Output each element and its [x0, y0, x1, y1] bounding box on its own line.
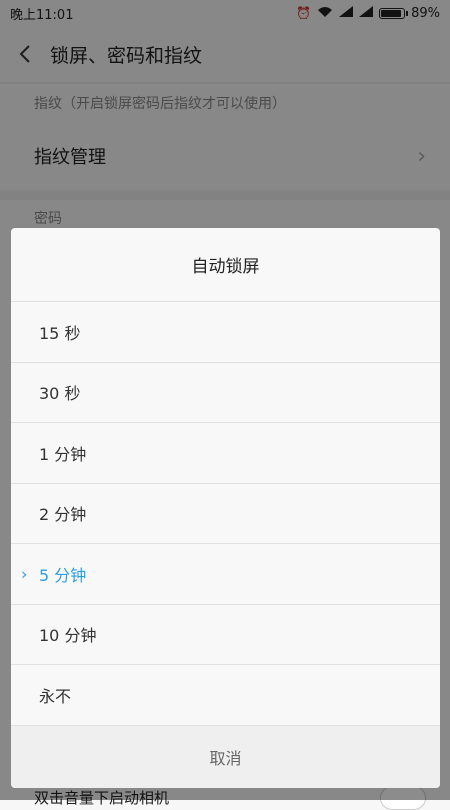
option-label: 2 分钟: [39, 505, 87, 525]
option-label: 10 分钟: [39, 626, 97, 646]
option-label: 15 秒: [39, 323, 81, 343]
cancel-button[interactable]: 取消: [11, 725, 440, 788]
option-list: 15 秒 30 秒 1 分钟 2 分钟 › 5 分钟 10 分钟永不: [11, 302, 440, 726]
option-label: 永不: [39, 686, 72, 706]
dialog-title: 自动锁屏: [11, 228, 440, 302]
option-item[interactable]: 15 秒: [11, 302, 440, 363]
auto-lock-dialog: 自动锁屏 15 秒 30 秒 1 分钟 2 分钟 › 5 分钟 10 分钟永不 取消: [11, 228, 440, 788]
option-label: 1 分钟: [39, 444, 87, 464]
option-item[interactable]: 永不: [11, 665, 440, 726]
option-item[interactable]: › 5 分钟: [11, 544, 440, 605]
selected-chevron-icon: ›: [21, 564, 28, 584]
option-item[interactable]: 2 分钟: [11, 484, 440, 544]
option-label: 5 分钟: [39, 565, 87, 585]
option-item[interactable]: 1 分钟: [11, 423, 440, 484]
option-item[interactable]: 10 分钟: [11, 605, 440, 665]
option-label: 30 秒: [39, 384, 81, 404]
option-item[interactable]: 30 秒: [11, 363, 440, 423]
